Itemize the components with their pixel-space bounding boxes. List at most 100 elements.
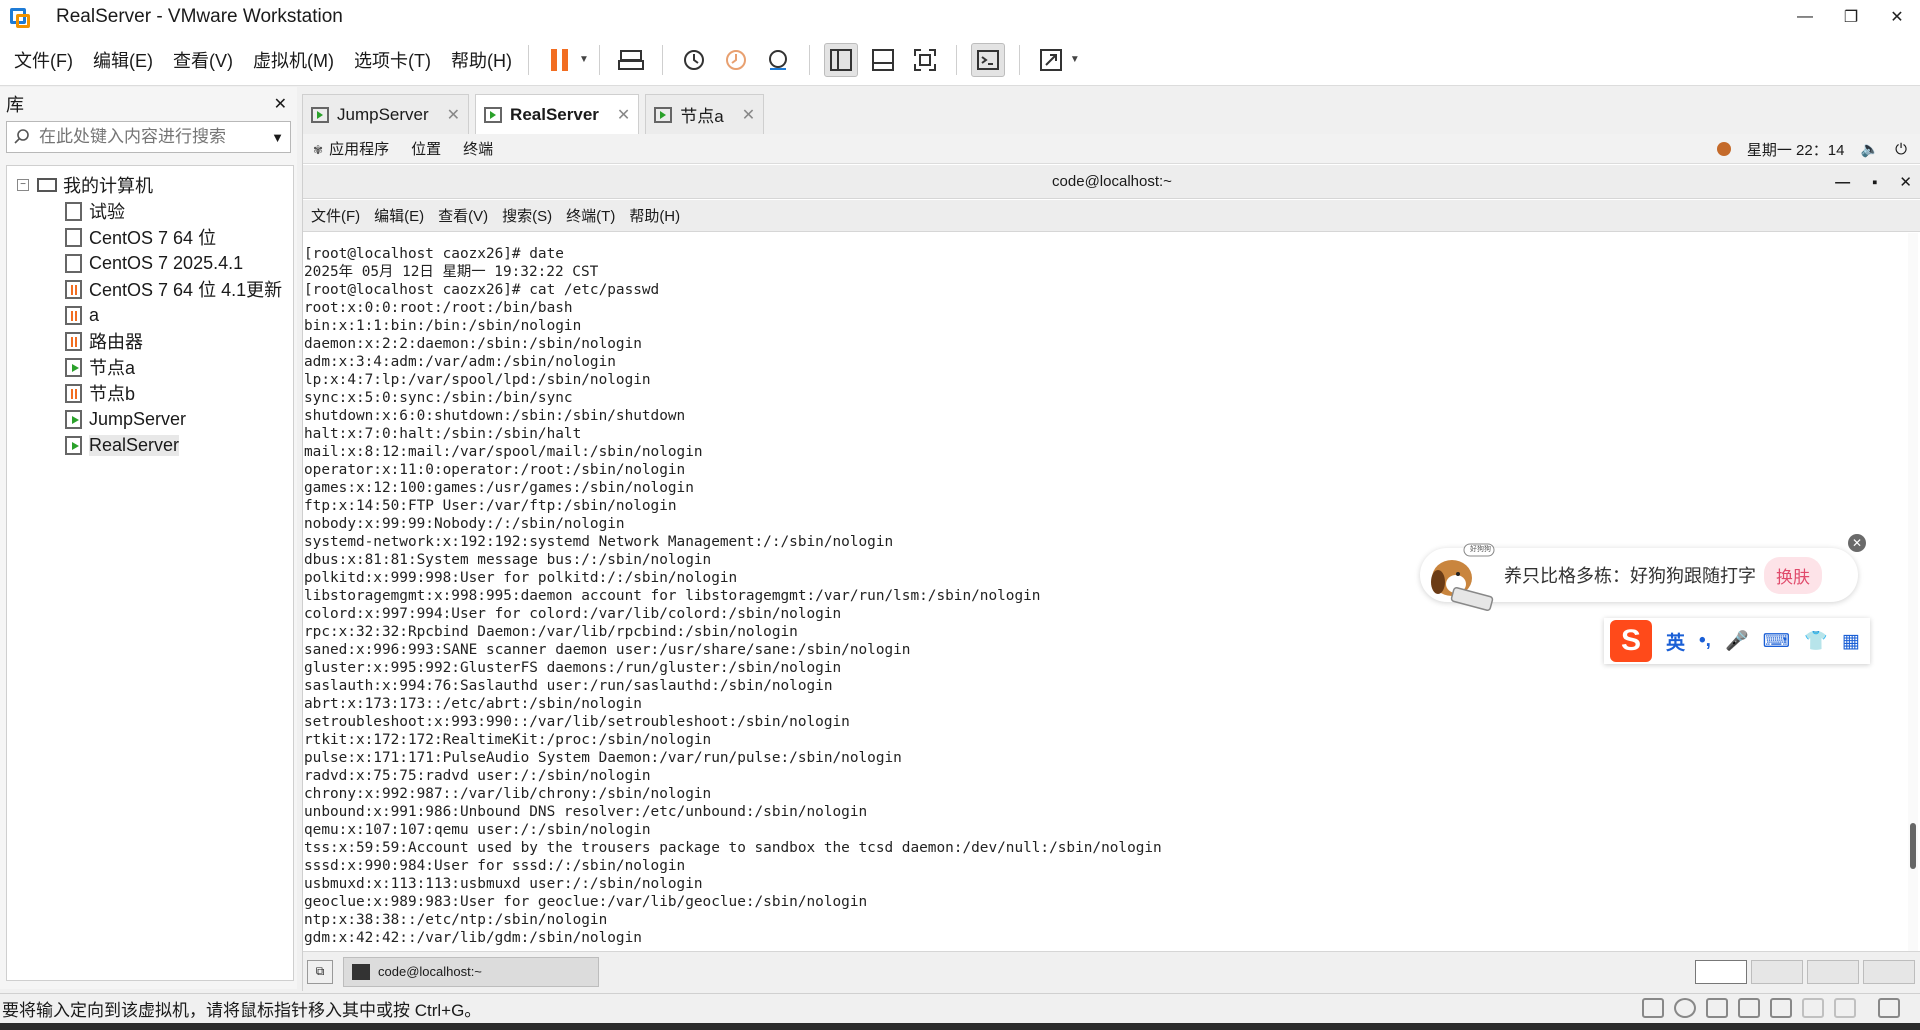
vm-paused-icon — [65, 305, 82, 325]
console-view-button[interactable] — [970, 42, 1005, 77]
terminal-menu-terminal[interactable]: 终端(T) — [566, 205, 615, 226]
power-dropdown-icon[interactable]: ▼ — [579, 54, 589, 65]
terminal-menu[interactable]: 终端 — [463, 138, 493, 159]
clock[interactable]: 星期一 22：14 — [1747, 139, 1845, 160]
pause-button[interactable] — [543, 43, 577, 77]
user-avatar-icon[interactable] — [1716, 142, 1731, 156]
menu-help[interactable]: 帮助(H) — [451, 47, 512, 73]
vm-item-label: CentOS 7 2025.4.1 — [89, 252, 244, 273]
window-title: RealServer - VMware Workstation — [56, 6, 343, 27]
vm-item[interactable]: CentOS 7 2025.4.1 — [7, 250, 293, 276]
show-desktop-icon: ⧉ — [315, 964, 325, 978]
search-dropdown-icon[interactable]: ▼ — [271, 130, 284, 145]
snapshot-manager-icon — [768, 49, 787, 70]
terminal-line: halt:x:7:0:halt:/sbin:/sbin/halt — [304, 426, 582, 442]
guest-bottom-panel: ⧉ code@localhost:~ — [303, 951, 1920, 991]
terminal-menu-view[interactable]: 查看(V) — [438, 205, 488, 226]
terminal-menu-edit[interactable]: 编辑(E) — [374, 205, 424, 226]
snapshot-button[interactable] — [677, 43, 711, 77]
ime-lang-toggle[interactable]: 英 — [1666, 628, 1685, 655]
message-log-icon[interactable] — [1878, 998, 1900, 1018]
sogou-logo-icon[interactable]: S — [1610, 620, 1652, 662]
vm-item[interactable]: 路由器 — [7, 328, 293, 354]
places-menu[interactable]: 位置 — [411, 138, 441, 159]
terminal-close-button[interactable]: ✕ — [1899, 173, 1912, 191]
scrollbar-thumb[interactable] — [1910, 823, 1916, 869]
terminal-menu-search[interactable]: 搜索(S) — [502, 205, 552, 226]
tab-node-a[interactable]: 节点a ✕ — [645, 94, 765, 134]
vm-item[interactable]: 节点a — [7, 354, 293, 380]
applications-menu[interactable]: ✾ 应用程序 — [313, 138, 389, 159]
maximize-button[interactable]: ❐ — [1828, 0, 1874, 34]
vm-item-selected[interactable]: RealServer — [7, 432, 293, 458]
thumbnail-bar-button[interactable] — [866, 43, 900, 77]
ime-tip-close-button[interactable]: ✕ — [1848, 534, 1866, 552]
workspace-1[interactable] — [1695, 960, 1747, 984]
tab-realserver[interactable]: RealServer ✕ — [475, 94, 640, 134]
tab-close-icon[interactable]: ✕ — [742, 105, 755, 125]
library-close-icon[interactable]: ✕ — [274, 94, 287, 114]
stretch-icon — [1039, 48, 1062, 71]
terminal-menu-help[interactable]: 帮助(H) — [629, 205, 680, 226]
terminal-line: 2025年 05月 12日 星期一 19:32:22 CST — [304, 264, 599, 280]
full-screen-button[interactable] — [908, 43, 942, 77]
skin-icon[interactable]: 👕 — [1804, 629, 1828, 653]
workspace-4[interactable] — [1863, 960, 1915, 984]
collapse-icon[interactable]: − — [17, 179, 29, 191]
network-adapter-icon[interactable] — [1706, 998, 1728, 1018]
terminal-menu-file[interactable]: 文件(F) — [311, 205, 360, 226]
beagle-pet-icon: 好狗狗 — [1422, 540, 1502, 612]
vm-item[interactable]: CentOS 7 64 位 4.1更新 — [7, 276, 293, 302]
keyboard-icon[interactable]: ⌨ — [1763, 630, 1790, 653]
revert-snapshot-button[interactable] — [719, 43, 753, 77]
menu-vm[interactable]: 虚拟机(M) — [253, 47, 334, 73]
ime-punct-toggle[interactable]: •, — [1699, 630, 1711, 652]
vm-paused-icon — [65, 331, 82, 351]
terminal-maximize-button[interactable]: ▪ — [1872, 174, 1877, 191]
vm-item-label: 试验 — [89, 202, 125, 222]
usb-icon[interactable] — [1738, 998, 1760, 1018]
vm-item[interactable]: 节点b — [7, 380, 293, 406]
vm-item[interactable]: 试验 — [7, 198, 293, 224]
volume-icon[interactable]: 🔈 — [1860, 140, 1879, 158]
snapshot-manager-button[interactable] — [761, 43, 795, 77]
hard-disk-icon[interactable] — [1642, 998, 1664, 1018]
taskbar-terminal-task[interactable]: code@localhost:~ — [343, 956, 599, 987]
terminal-minimize-button[interactable]: — — [1835, 174, 1850, 191]
tree-root-my-computer[interactable]: − 我的计算机 — [7, 172, 293, 198]
library-header: 库 ✕ — [0, 87, 297, 121]
send-ctrl-alt-del-button[interactable] — [614, 43, 648, 77]
terminal-line: pulse:x:171:171:PulseAudio System Daemon… — [304, 750, 902, 766]
menu-tabs[interactable]: 选项卡(T) — [354, 47, 431, 73]
cd-rom-icon[interactable] — [1674, 998, 1696, 1018]
stretch-guest-button[interactable] — [1034, 43, 1068, 77]
workspace-3[interactable] — [1807, 960, 1859, 984]
vm-item[interactable]: CentOS 7 64 位 — [7, 224, 293, 250]
stretch-dropdown-icon[interactable]: ▼ — [1070, 54, 1080, 65]
display-icon[interactable] — [1834, 998, 1856, 1018]
menu-edit[interactable]: 编辑(E) — [93, 47, 153, 73]
show-desktop-button[interactable]: ⧉ — [307, 959, 333, 984]
minimize-button[interactable]: — — [1782, 0, 1828, 34]
vm-item[interactable]: JumpServer — [7, 406, 293, 432]
microphone-icon[interactable]: 🎤 — [1725, 629, 1749, 653]
tab-close-icon[interactable]: ✕ — [447, 105, 460, 125]
close-button[interactable]: ✕ — [1874, 0, 1920, 34]
printer-icon[interactable] — [1802, 998, 1824, 1018]
show-library-button[interactable] — [823, 42, 858, 77]
workspace-2[interactable] — [1751, 960, 1803, 984]
ime-menu-icon[interactable]: ▦ — [1842, 630, 1860, 653]
toolbar-divider — [1018, 44, 1020, 75]
terminal-scrollbar[interactable] — [1908, 233, 1918, 951]
menu-view[interactable]: 查看(V) — [173, 47, 233, 73]
power-icon[interactable]: ⏻ — [1895, 141, 1907, 158]
tab-close-icon[interactable]: ✕ — [617, 105, 630, 125]
menu-file[interactable]: 文件(F) — [14, 47, 73, 73]
vm-item-label: 节点b — [89, 384, 136, 404]
vm-item[interactable]: a — [7, 302, 293, 328]
ime-skin-button[interactable]: 换肤 — [1764, 556, 1822, 594]
library-search-input[interactable] — [39, 127, 272, 147]
guest-tray: 星期一 22：14 🔈 ⏻ — [1716, 134, 1907, 164]
tab-jumpserver[interactable]: JumpServer ✕ — [302, 94, 470, 134]
sound-card-icon[interactable] — [1770, 998, 1792, 1018]
